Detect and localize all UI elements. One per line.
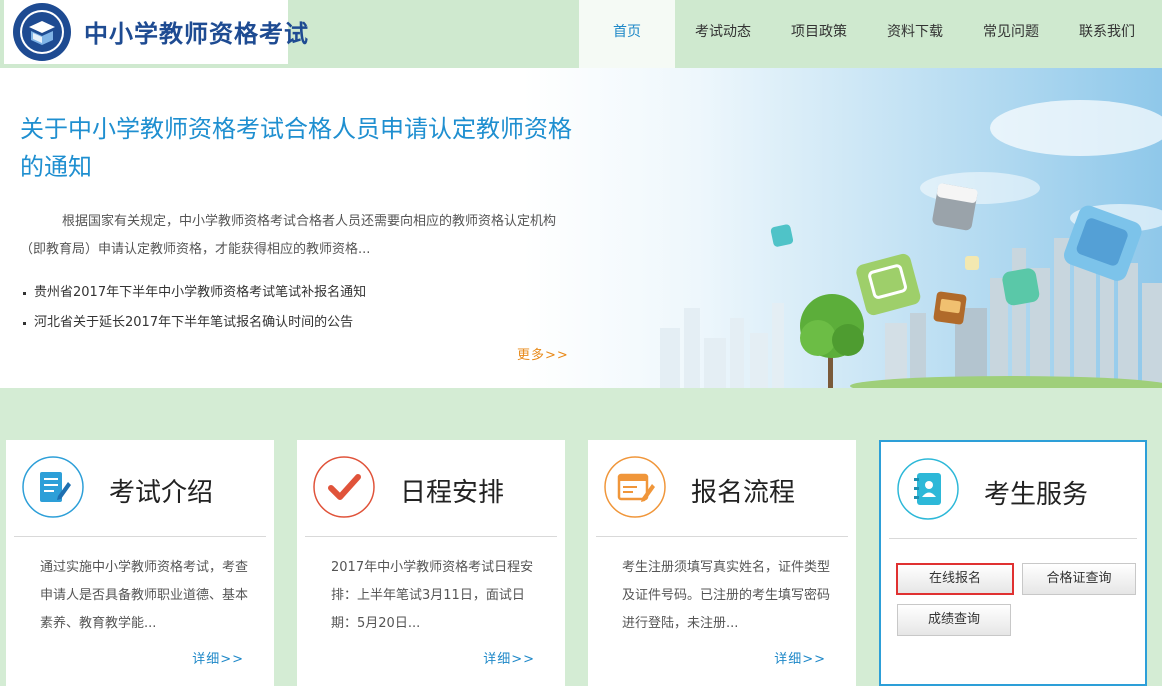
- site-title: 中小学教师资格考试: [84, 20, 309, 48]
- banner-headline[interactable]: 关于中小学教师资格考试合格人员申请认定教师资格的通知: [20, 110, 580, 186]
- card-text: 考生注册须填写真实姓名，证件类型及证件号码。已注册的考生填写密码进行登陆，未注册…: [622, 560, 831, 631]
- card-detail-link[interactable]: 详细>>: [483, 648, 535, 667]
- card-title[interactable]: 考生服务: [984, 474, 1088, 511]
- card-title[interactable]: 报名流程: [691, 472, 795, 509]
- news-item[interactable]: 河北省关于延长2017年下半年笔试报名确认时间的公告: [20, 308, 540, 338]
- news-list: 贵州省2017年下半年中小学教师资格考试笔试补报名通知 河北省关于延长2017年…: [20, 278, 540, 338]
- nav-faq[interactable]: 常见问题: [963, 0, 1059, 68]
- banner-description: 根据国家有关规定，中小学教师资格考试合格者人员还需要向相应的教师资格认定机构（即…: [20, 214, 557, 257]
- online-registration-button[interactable]: 在线报名: [896, 563, 1014, 595]
- nav-contact[interactable]: 联系我们: [1059, 0, 1155, 68]
- card-text: 2017年中小学教师资格考试日程安排：上半年笔试3月11日，面试日期：5月20日…: [331, 560, 534, 631]
- card-exam-intro: 考试介绍 通过实施中小学教师资格考试，考查申请人是否具备教师职业道德、基本素养、…: [6, 440, 274, 686]
- hero-banner: 关于中小学教师资格考试合格人员申请认定教师资格的通知 根据国家有关规定，中小学教…: [0, 68, 1162, 388]
- card-candidate-services: 考生服务 在线报名 合格证查询 成绩查询: [879, 440, 1147, 686]
- news-item[interactable]: 贵州省2017年下半年中小学教师资格考试笔试补报名通知: [20, 278, 540, 308]
- score-query-button[interactable]: 成绩查询: [897, 604, 1011, 636]
- contact-book-icon[interactable]: [897, 458, 959, 520]
- main-nav: 首页 考试动态 项目政策 资料下载 常见问题 联系我们: [579, 0, 1155, 68]
- nav-exam-news[interactable]: 考试动态: [675, 0, 771, 68]
- card-divider: [14, 536, 266, 537]
- document-edit-icon[interactable]: [22, 456, 84, 518]
- city-illustration-icon: [660, 100, 1162, 388]
- card-title[interactable]: 考试介绍: [109, 472, 213, 509]
- nav-policies[interactable]: 项目政策: [771, 0, 867, 68]
- site-header: 中小学教师资格考试 首页 考试动态 项目政策 资料下载 常见问题 联系我们: [0, 0, 1162, 68]
- certificate-query-button[interactable]: 合格证查询: [1022, 563, 1136, 595]
- logo-area[interactable]: 中小学教师资格考试: [4, 0, 308, 64]
- card-text: 通过实施中小学教师资格考试，考查申请人是否具备教师职业道德、基本素养、教育教学能…: [40, 560, 249, 631]
- card-title[interactable]: 日程安排: [400, 472, 504, 509]
- card-divider: [596, 536, 848, 537]
- checkmark-icon[interactable]: [313, 456, 375, 518]
- service-cards: 考试介绍 通过实施中小学教师资格考试，考查申请人是否具备教师职业道德、基本素养、…: [0, 440, 1162, 686]
- school-emblem-icon: [13, 3, 71, 61]
- card-registration-flow: 报名流程 考生注册须填写真实姓名，证件类型及证件号码。已注册的考生填写密码进行登…: [588, 440, 856, 686]
- nav-home[interactable]: 首页: [579, 0, 675, 68]
- card-divider: [889, 538, 1137, 539]
- card-divider: [305, 536, 557, 537]
- form-pencil-icon[interactable]: [604, 456, 666, 518]
- card-schedule: 日程安排 2017年中小学教师资格考试日程安排：上半年笔试3月11日，面试日期：…: [297, 440, 565, 686]
- more-news-link[interactable]: 更多>>: [517, 344, 569, 363]
- card-detail-link[interactable]: 详细>>: [774, 648, 826, 667]
- card-detail-link[interactable]: 详细>>: [192, 648, 244, 667]
- nav-downloads[interactable]: 资料下载: [867, 0, 963, 68]
